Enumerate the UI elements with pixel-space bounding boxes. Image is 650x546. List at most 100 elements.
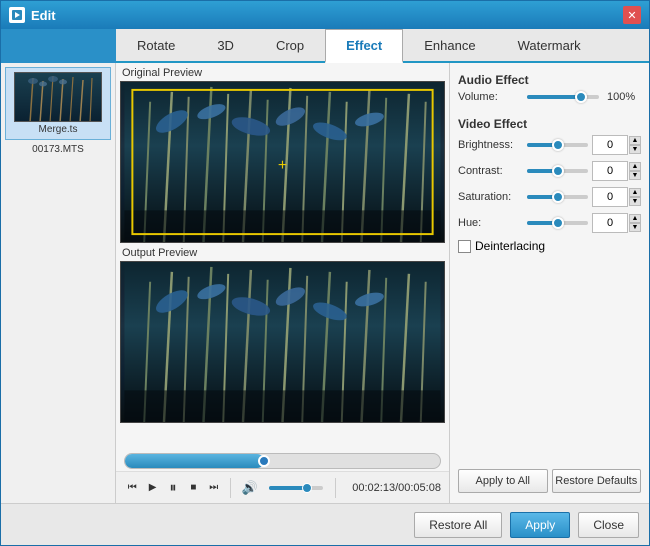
video-effect-title: Video Effect bbox=[458, 117, 641, 131]
tabs-bar: Rotate 3D Crop Effect Enhance Watermark bbox=[116, 29, 649, 63]
file-thumb-merge bbox=[14, 72, 102, 122]
volume-thumb[interactable] bbox=[302, 483, 312, 493]
brightness-value[interactable]: 0 bbox=[592, 135, 628, 155]
timeline-progress bbox=[125, 454, 264, 468]
contrast-down[interactable]: ▼ bbox=[629, 171, 641, 180]
tab-watermark[interactable]: Watermark bbox=[497, 29, 602, 61]
tab-crop[interactable]: Crop bbox=[255, 29, 325, 61]
close-button[interactable]: Close bbox=[578, 512, 639, 538]
right-panel: Audio Effect Volume: 100% Video Effect B… bbox=[449, 63, 649, 503]
original-preview-label: Original Preview bbox=[120, 67, 445, 79]
app-icon bbox=[9, 7, 25, 23]
edit-window: Edit ✕ Rotate 3D Crop Effect Enhance Wat… bbox=[0, 0, 650, 546]
content-area: Merge.ts 00173.MTS Original Preview bbox=[1, 63, 649, 503]
contrast-thumb[interactable] bbox=[552, 165, 564, 177]
volume-track[interactable] bbox=[527, 95, 599, 99]
contrast-value[interactable]: 0 bbox=[592, 161, 628, 181]
hue-up[interactable]: ▲ bbox=[629, 214, 641, 223]
original-video-svg: + bbox=[121, 82, 444, 242]
file-item-merge[interactable]: Merge.ts bbox=[5, 67, 111, 140]
original-preview-video: + bbox=[120, 81, 445, 243]
bottom-buttons: Restore All Apply Close bbox=[1, 503, 649, 545]
tab-3d[interactable]: 3D bbox=[196, 29, 255, 61]
time-display: 00:02:13/00:05:08 bbox=[352, 482, 441, 494]
brightness-row: Brightness: 0 ▲ ▼ bbox=[458, 135, 641, 155]
video-effect-section: Video Effect Brightness: 0 ▲ ▼ bbox=[458, 117, 641, 253]
audio-effect-section: Audio Effect Volume: 100% bbox=[458, 73, 641, 109]
output-video-inner bbox=[121, 262, 444, 422]
tab-enhance[interactable]: Enhance bbox=[403, 29, 496, 61]
brightness-thumb[interactable] bbox=[552, 139, 564, 151]
contrast-label: Contrast: bbox=[458, 165, 523, 177]
volume-fill-audio bbox=[527, 95, 581, 99]
apply-to-all-button[interactable]: Apply to All bbox=[458, 469, 548, 493]
brightness-down[interactable]: ▼ bbox=[629, 145, 641, 154]
hue-value[interactable]: 0 bbox=[592, 213, 628, 233]
close-window-button[interactable]: ✕ bbox=[623, 6, 641, 24]
volume-slider[interactable] bbox=[269, 486, 324, 490]
svg-text:+: + bbox=[278, 157, 287, 174]
controls-bar: ⏮ ▶ ⏸ ■ ⏭ 🔊 00:02:13/00:05:08 bbox=[116, 471, 449, 503]
volume-label: Volume: bbox=[458, 91, 523, 103]
hue-row: Hue: 0 ▲ ▼ bbox=[458, 213, 641, 233]
saturation-track[interactable] bbox=[527, 195, 588, 199]
output-preview-video bbox=[120, 261, 445, 423]
pause-button[interactable]: ⏸ bbox=[165, 479, 181, 497]
contrast-track[interactable] bbox=[527, 169, 588, 173]
volume-row: Volume: 100% bbox=[458, 91, 641, 103]
panel-btn-row: Apply to All Restore Defaults bbox=[458, 469, 641, 493]
contrast-up[interactable]: ▲ bbox=[629, 162, 641, 171]
saturation-down[interactable]: ▼ bbox=[629, 197, 641, 206]
brightness-up[interactable]: ▲ bbox=[629, 136, 641, 145]
volume-icon: 🔊 bbox=[239, 479, 261, 497]
file-thumb-inner bbox=[15, 73, 101, 121]
audio-effect-title: Audio Effect bbox=[458, 73, 641, 87]
contrast-row: Contrast: 0 ▲ ▼ bbox=[458, 161, 641, 181]
hue-arrows: ▲ ▼ bbox=[629, 214, 641, 232]
deinterlace-checkbox[interactable] bbox=[458, 240, 471, 253]
volume-thumb-audio[interactable] bbox=[575, 91, 587, 103]
deinterlace-label: Deinterlacing bbox=[475, 239, 545, 253]
controls-divider bbox=[230, 478, 231, 498]
saturation-label: Saturation: bbox=[458, 191, 523, 203]
deinterlace-row: Deinterlacing bbox=[458, 239, 641, 253]
output-preview-section: Output Preview bbox=[120, 247, 445, 423]
hue-down[interactable]: ▼ bbox=[629, 223, 641, 232]
saturation-up[interactable]: ▲ bbox=[629, 188, 641, 197]
play-button[interactable]: ▶ bbox=[144, 479, 160, 497]
contrast-arrows: ▲ ▼ bbox=[629, 162, 641, 180]
titlebar: Edit ✕ bbox=[1, 1, 649, 29]
saturation-thumb[interactable] bbox=[552, 191, 564, 203]
brightness-label: Brightness: bbox=[458, 139, 523, 151]
timeline-bar[interactable] bbox=[124, 453, 441, 469]
saturation-arrows: ▲ ▼ bbox=[629, 188, 641, 206]
saturation-spinbox: 0 ▲ ▼ bbox=[592, 187, 641, 207]
file-name-merge: Merge.ts bbox=[39, 124, 78, 135]
previews-area: Original Preview bbox=[116, 63, 449, 449]
hue-thumb[interactable] bbox=[552, 217, 564, 229]
timeline-area[interactable] bbox=[116, 449, 449, 471]
restore-all-button[interactable]: Restore All bbox=[414, 512, 502, 538]
file-name-mts: 00173.MTS bbox=[32, 144, 84, 155]
right-panel-buttons: Apply to All Restore Defaults bbox=[458, 469, 641, 493]
brightness-spinbox: 0 ▲ ▼ bbox=[592, 135, 641, 155]
hue-track[interactable] bbox=[527, 221, 588, 225]
apply-button[interactable]: Apply bbox=[510, 512, 570, 538]
tab-rotate[interactable]: Rotate bbox=[116, 29, 196, 61]
brightness-arrows: ▲ ▼ bbox=[629, 136, 641, 154]
original-preview-section: Original Preview bbox=[120, 67, 445, 243]
tab-effect[interactable]: Effect bbox=[325, 29, 403, 63]
stop-button[interactable]: ■ bbox=[185, 479, 201, 497]
skip-fwd-button[interactable]: ⏭ bbox=[206, 479, 222, 497]
output-video-svg bbox=[121, 262, 444, 422]
saturation-value[interactable]: 0 bbox=[592, 187, 628, 207]
file-item-mts[interactable]: 00173.MTS bbox=[5, 140, 111, 159]
contrast-spinbox: 0 ▲ ▼ bbox=[592, 161, 641, 181]
saturation-row: Saturation: 0 ▲ ▼ bbox=[458, 187, 641, 207]
brightness-track[interactable] bbox=[527, 143, 588, 147]
restore-defaults-button[interactable]: Restore Defaults bbox=[552, 469, 642, 493]
timeline-thumb[interactable] bbox=[258, 455, 270, 467]
skip-back-button[interactable]: ⏮ bbox=[124, 479, 140, 497]
hue-spinbox: 0 ▲ ▼ bbox=[592, 213, 641, 233]
output-preview-label: Output Preview bbox=[120, 247, 445, 259]
